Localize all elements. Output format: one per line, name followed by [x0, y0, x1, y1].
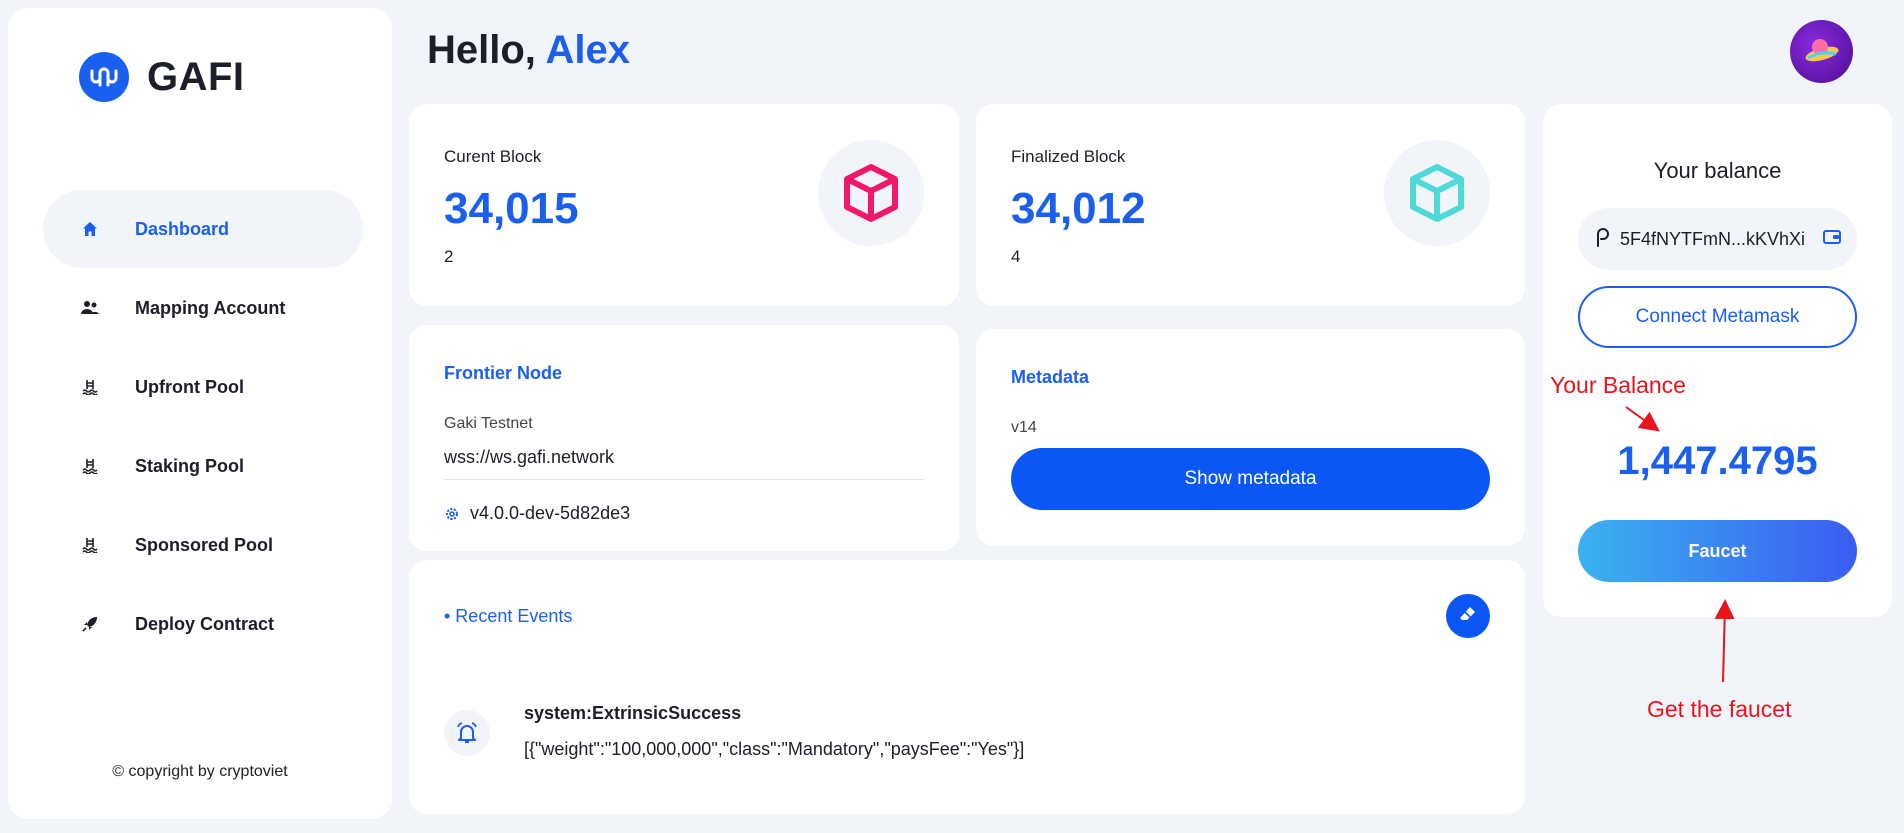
balance-card: Your balance 5F4fNYTFmN...kKVhXi Connect… [1543, 104, 1892, 617]
node-version: v4.0.0-dev-5d82de3 [444, 503, 630, 524]
sidebar-item-staking-pool[interactable]: Staking Pool [43, 427, 363, 505]
sidebar-item-label: Mapping Account [135, 297, 286, 318]
sidebar-item-dashboard[interactable]: Dashboard [43, 190, 363, 268]
faucet-button[interactable]: Faucet [1578, 520, 1857, 582]
copyright: © copyright by cryptoviet [112, 763, 288, 780]
sidebar-item-upfront-pool[interactable]: Upfront Pool [43, 348, 363, 426]
clear-events-button[interactable] [1446, 594, 1490, 638]
rocket-icon [79, 613, 101, 635]
cube-icon [818, 140, 924, 246]
node-version-text: v4.0.0-dev-5d82de3 [470, 503, 631, 523]
metadata-title: Metadata [1011, 367, 1090, 387]
current-block-card: Curent Block 34,015 2 [409, 104, 959, 306]
recent-events-card: • Recent Events system:ExtrinsicSuccess … [409, 560, 1525, 814]
frontier-node-title: Frontier Node [444, 363, 563, 383]
cube-icon [1384, 140, 1490, 246]
brand-logo[interactable]: GAFI [79, 52, 245, 102]
sidebar-item-mapping-account[interactable]: Mapping Account [43, 269, 363, 347]
finalized-block-card: Finalized Block 34,012 4 [976, 104, 1525, 306]
network-label: Gaki Testnet [444, 415, 533, 432]
annotation-faucet: Get the faucet [1647, 696, 1792, 722]
current-block-label: Curent Block [444, 147, 542, 166]
avatar[interactable] [1790, 20, 1853, 83]
event-name: system:ExtrinsicSuccess [524, 703, 742, 723]
sidebar-item-label: Upfront Pool [135, 376, 244, 397]
sidebar-item-label: Sponsored Pool [135, 534, 274, 555]
pool-icon [79, 455, 101, 477]
bell-icon [444, 710, 490, 756]
metadata-version: v14 [1011, 419, 1037, 436]
current-block-sub: 2 [444, 247, 454, 266]
metadata-card: Metadata v14 Show metadata [976, 329, 1525, 546]
polkadot-icon [1594, 227, 1610, 252]
balance-value: 1,447.4795 [1617, 439, 1818, 483]
user-name: Alex [545, 28, 631, 72]
sidebar-nav: Dashboard Mapping Account Upfront Pool S… [43, 190, 363, 664]
brand-name: GAFI [147, 54, 245, 99]
recent-events-title: • Recent Events [444, 606, 573, 626]
finalized-block-label: Finalized Block [1011, 147, 1126, 166]
event-data: [{"weight":"100,000,000","class":"Mandat… [524, 739, 1025, 759]
finalized-block-value: 34,012 [1011, 184, 1146, 233]
eraser-icon [1459, 605, 1477, 628]
frontier-node-card: Frontier Node Gaki Testnet wss://ws.gafi… [409, 325, 959, 551]
sidebar-item-sponsored-pool[interactable]: Sponsored Pool [43, 506, 363, 584]
gear-icon [444, 506, 460, 522]
node-url: wss://ws.gafi.network [444, 447, 615, 467]
annotation-balance: Your Balance [1550, 372, 1686, 398]
sidebar: GAFI Dashboard Mapping Account Upfront P… [8, 8, 392, 819]
gafi-logo-icon [79, 52, 129, 102]
balance-title: Your balance [1653, 158, 1782, 183]
pool-icon [79, 534, 101, 556]
pool-icon [79, 376, 101, 398]
sidebar-item-label: Deploy Contract [135, 613, 275, 634]
sidebar-item-label: Staking Pool [135, 455, 245, 476]
show-metadata-button[interactable]: Show metadata [1011, 448, 1490, 510]
current-block-value: 34,015 [444, 184, 579, 233]
connect-metamask-button[interactable]: Connect Metamask [1578, 286, 1857, 348]
divider [444, 479, 924, 480]
greeting-text: Hello, [427, 28, 536, 72]
finalized-block-sub: 4 [1011, 247, 1021, 266]
wallet-address-text: 5F4fNYTFmN...kKVhXi [1620, 228, 1806, 249]
users-icon [79, 297, 101, 319]
wallet-icon[interactable] [1823, 229, 1841, 250]
home-icon [79, 218, 101, 240]
page-title: Hello, Alex [427, 28, 630, 73]
wallet-address[interactable]: 5F4fNYTFmN...kKVhXi [1578, 208, 1857, 270]
sidebar-item-deploy-contract[interactable]: Deploy Contract [43, 585, 363, 663]
sidebar-item-label: Dashboard [135, 218, 230, 239]
